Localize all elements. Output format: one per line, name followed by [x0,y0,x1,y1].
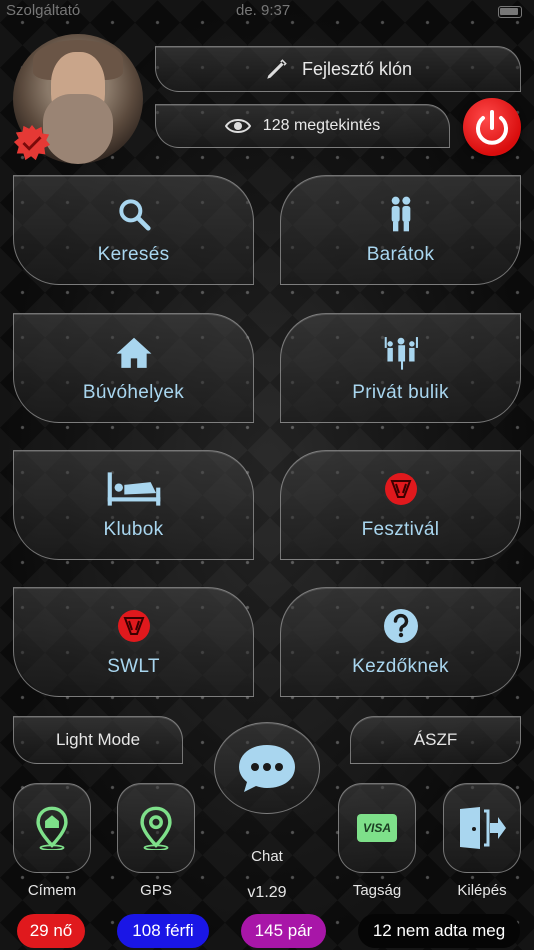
logout-label: Kilépés [457,882,507,899]
views-counter[interactable]: 128 megtekintés [155,104,450,148]
power-icon [476,110,508,145]
terms-button[interactable]: ÁSZF [350,716,521,764]
home-icon [116,337,151,368]
developer-clone-label: Fejlesztő klón [301,58,413,79]
eye-icon [224,119,251,133]
my-address-label: Címem [27,882,77,899]
my-address-button[interactable] [13,783,91,873]
men-count: 108 férfi [132,921,194,940]
search-tile-label: Keresés [97,244,170,265]
festival-logo-icon [384,473,417,505]
swlt-logo-icon [117,610,150,642]
chat-button[interactable] [214,722,320,814]
visa-label: VISA [362,821,391,835]
visa-card-icon: VISA [357,814,397,842]
membership-label: Tagság [352,882,402,899]
friends-tile[interactable]: Barátok [280,175,521,285]
light-mode-label: Light Mode [55,730,141,749]
gps-label: GPS [140,882,172,899]
version-label: v1.29 [247,884,287,901]
hideouts-tile[interactable]: Búvóhelyek [13,313,254,423]
search-icon [118,199,151,231]
women-count-badge: 29 nő [17,914,85,948]
membership-button[interactable]: VISA [338,783,416,873]
developer-clone-button[interactable]: Fejlesztő klón [155,46,521,92]
festival-tile-label: Fesztivál [361,519,440,540]
men-count-badge: 108 férfi [117,914,209,948]
unspecified-count-badge: 12 nem adta meg [358,914,520,948]
power-button[interactable] [463,98,521,156]
logout-button[interactable] [443,783,521,873]
status-bar: Szolgáltató de. 9:37 [0,0,534,22]
beginners-tile-label: Kezdőknek [352,656,449,677]
clubs-tile[interactable]: Klubok [13,450,254,560]
couple-icon [391,196,410,232]
location-home-icon [36,806,68,850]
women-count: 29 nő [29,921,73,940]
map-pin-icon [140,806,172,850]
battery-icon [498,6,522,18]
hideouts-tile-label: Búvóhelyek [82,382,185,403]
gps-button[interactable] [117,783,195,873]
views-label: 128 megtekintés [262,117,381,134]
pencil-icon [267,59,287,79]
light-mode-button[interactable]: Light Mode [13,716,183,764]
chat-label: Chat [251,848,283,865]
carrier-label: Szolgáltató [6,2,81,19]
private-party-tile-label: Privát bulik [352,382,449,403]
couples-count-badge: 145 pár [241,914,326,948]
verified-badge-icon [13,124,51,161]
unspecified-count: 12 nem adta meg [372,921,506,940]
terms-label: ÁSZF [413,730,458,749]
swlt-tile-label: SWLT [107,656,160,677]
clubs-tile-label: Klubok [103,519,164,540]
question-icon [383,609,418,643]
friends-tile-label: Barátok [366,244,435,265]
bed-icon [107,472,160,506]
chat-bubble-icon [239,745,295,792]
couples-count: 145 pár [254,921,313,940]
search-tile[interactable]: Keresés [13,175,254,285]
festival-tile[interactable]: Fesztivál [280,450,521,560]
door-exit-icon [460,807,506,849]
private-party-tile[interactable]: Privát bulik [280,313,521,423]
clock: de. 9:37 [236,2,291,19]
swlt-tile[interactable]: SWLT [13,587,254,697]
party-crowd-icon [384,337,418,370]
beginners-tile[interactable]: Kezdőknek [280,587,521,697]
